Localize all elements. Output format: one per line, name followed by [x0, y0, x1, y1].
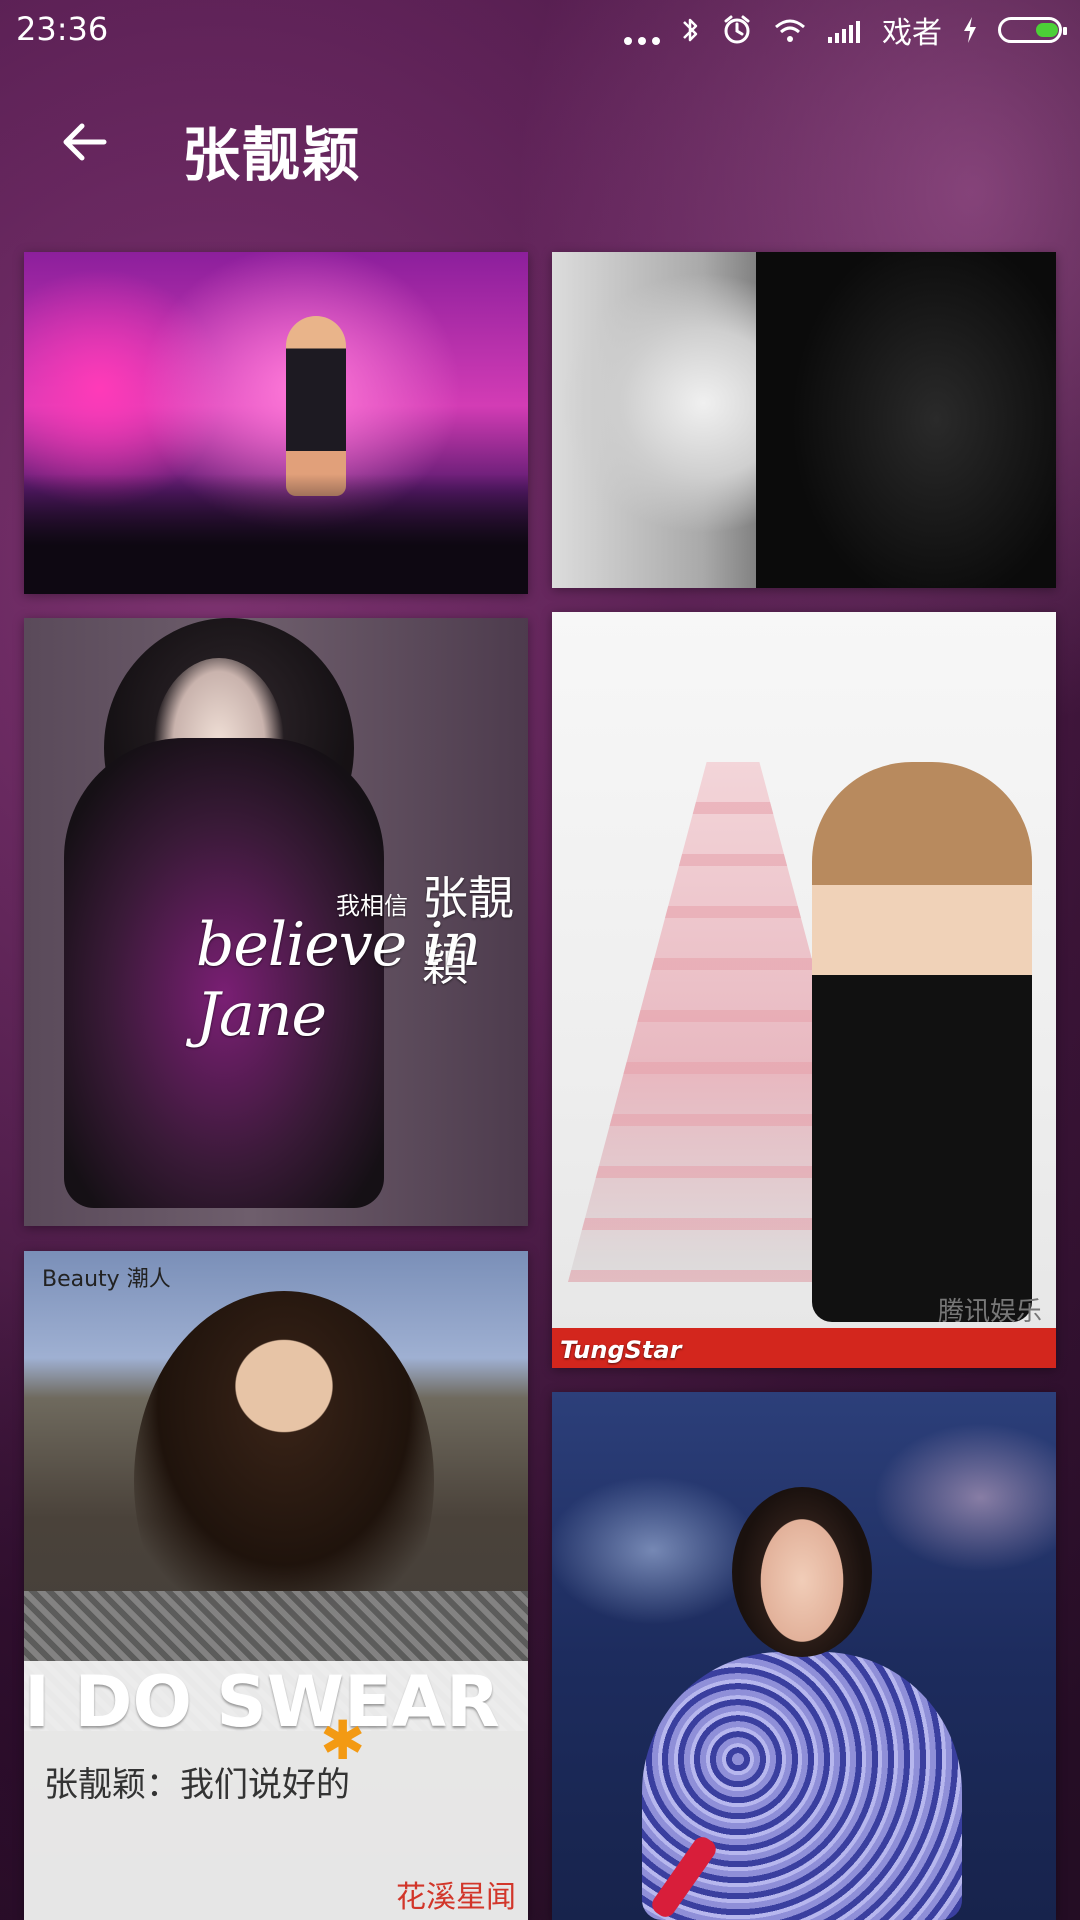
charging-icon	[964, 17, 976, 43]
subtitle-text: 张靓颖：我们说好的	[44, 1765, 350, 1805]
page-title: 张靓颖	[182, 121, 363, 189]
status-bar: 23:36 戏者	[0, 0, 1080, 60]
signal-icon	[828, 21, 860, 43]
carrier-label: 戏者	[882, 16, 942, 51]
watermark-right: 腾讯娱乐	[937, 1297, 1042, 1327]
more-dots-icon	[624, 15, 660, 45]
status-time: 23:36	[16, 10, 109, 48]
photo-tile-6[interactable]	[552, 1392, 1056, 1920]
woman-figure	[812, 762, 1032, 1322]
back-button[interactable]	[52, 110, 116, 174]
photo-tile-2[interactable]	[552, 252, 1056, 588]
bluetooth-icon	[683, 18, 698, 42]
wifi-icon	[775, 19, 805, 42]
crowd-silhouette	[24, 474, 528, 594]
battery-icon	[998, 17, 1067, 43]
status-icons: 戏者	[624, 8, 1067, 52]
alarm-icon	[724, 15, 750, 44]
photo-tile-5[interactable]: Beauty 潮人 I DO SWEAR ✱ 张靓颖：我们说好的 花溪星闻	[24, 1251, 528, 1920]
app-bar: 张靓颖	[0, 64, 1080, 224]
performer-figure	[286, 316, 346, 496]
headline-text: I DO SWEAR	[24, 1661, 500, 1743]
hair-shape	[756, 252, 1056, 588]
magazine-name: 花溪星闻	[396, 1880, 516, 1915]
photo-tile-4[interactable]: TungStar 腾讯娱乐	[552, 612, 1056, 1368]
face-shape	[732, 1487, 872, 1657]
beauty-label: Beauty 潮人	[42, 1267, 171, 1292]
back-arrow-icon	[63, 123, 107, 161]
cover-en-text: believe in Jane	[196, 910, 481, 1050]
photo-tile-3[interactable]: 我相信 张靚穎 believe in Jane	[24, 618, 528, 1226]
watermark-left: TungStar	[560, 1336, 682, 1364]
photo-tile-1[interactable]	[24, 252, 528, 594]
